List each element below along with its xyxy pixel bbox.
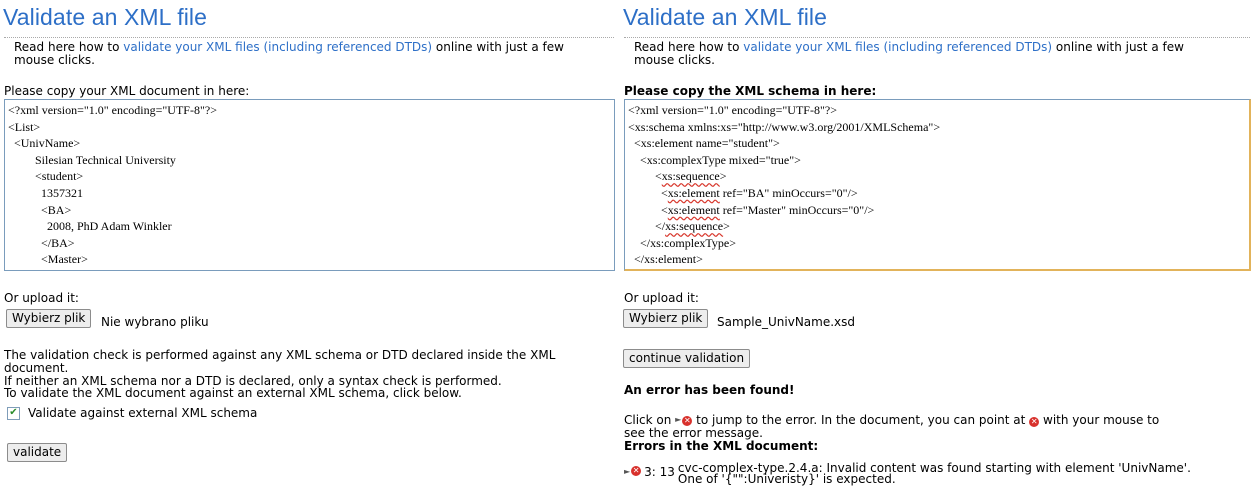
error-message: cvc-complex-type.2.4.a: Invalid content … — [677, 462, 1191, 486]
instruction-text: to jump to the error. In the document, y… — [692, 413, 1030, 427]
checkmark-icon: ✔ — [9, 407, 18, 418]
external-schema-checkbox-row[interactable]: ✔ Validate against external XML schema — [7, 406, 257, 420]
title-divider — [4, 37, 614, 38]
xml-document-textarea[interactable]: <?xml version="1.0" encoding="UTF-8"?> <L… — [4, 99, 615, 271]
error-x-icon: ✕ — [1029, 417, 1040, 427]
code-line: 1357321 — [8, 185, 83, 200]
code-line: </BA> — [8, 235, 75, 250]
title-divider — [624, 37, 1250, 38]
choose-file-button[interactable]: Wybierz plik — [6, 309, 92, 328]
error-x-icon: ✕ — [631, 466, 642, 476]
code-line: <List> — [8, 119, 41, 134]
code-line: <UnivName> — [8, 136, 81, 151]
xml-schema-textarea[interactable]: <?xml version="1.0" encoding="UTF-8"?> <x… — [624, 99, 1251, 271]
code-line: </xs:sequence> — [628, 219, 730, 234]
intro-prefix: Read here how to — [14, 40, 124, 54]
intro-prefix: Read here how to — [634, 40, 744, 54]
intro-text: Read here how to validate your XML files… — [14, 41, 564, 67]
validation-note: The validation check is performed agains… — [4, 349, 555, 400]
code-line: Silesian Technical University — [8, 152, 176, 167]
code-line: </xs:complexType> — [628, 235, 737, 250]
jump-arrow-icon: ► — [624, 466, 631, 476]
xml-schema-label: Please copy the XML schema in here: — [624, 84, 877, 98]
validate-button[interactable]: validate — [7, 443, 68, 462]
file-name-text: Sample_UnivName.xsd — [717, 315, 856, 329]
note-line: To validate the XML document against an … — [4, 386, 462, 401]
code-line: <xs:element ref="BA" minOccurs="0"/> — [628, 185, 858, 200]
external-schema-checkbox-label: Validate against external XML schema — [28, 406, 258, 420]
code-line: <xs:element name="student"> — [628, 136, 780, 151]
choose-file-button[interactable]: Wybierz plik — [623, 309, 709, 328]
error-found-heading: An error has been found! — [624, 383, 795, 397]
code-line: <?xml version="1.0" encoding="UTF-8"?> — [628, 103, 837, 117]
xml-document-label: Please copy your XML document in here: — [4, 84, 250, 98]
instruction-text: with your mouse to — [1039, 413, 1160, 427]
intro-suffix-line2: mouse clicks. — [634, 53, 715, 67]
upload-label: Or upload it: — [4, 291, 79, 305]
file-name-text: Nie wybrano pliku — [101, 315, 209, 329]
note-line: The validation check is performed agains… — [4, 348, 556, 362]
page-title: Validate an XML file — [3, 4, 208, 30]
jump-arrow-icon: ► — [675, 415, 682, 425]
intro-link[interactable]: validate your XML files (including refer… — [743, 40, 1052, 54]
note-line: document. — [4, 360, 69, 375]
instruction-text: Click on — [624, 413, 676, 427]
errors-heading: Errors in the XML document: — [624, 438, 819, 453]
page-title: Validate an XML file — [623, 4, 828, 30]
continue-validation-button[interactable]: continue validation — [623, 349, 751, 368]
error-position: 3: 13 — [644, 465, 675, 479]
code-line: 2008, PhD Adam Winkler — [8, 219, 172, 234]
external-schema-checkbox[interactable]: ✔ — [7, 406, 20, 420]
code-line: <Master> — [8, 252, 88, 267]
code-line: <xs:complexType mixed="true"> — [628, 152, 801, 167]
error-x-icon: ✕ — [682, 415, 693, 426]
intro-suffix: online with just a few — [1052, 40, 1184, 54]
instruction-line: see the error message. — [624, 426, 763, 440]
code-line: <?xml version="1.0" encoding="UTF-8"?> — [8, 103, 217, 117]
code-line: <xs:schema xmlns:xs="http://www.w3.org/2… — [628, 119, 941, 134]
upload-label: Or upload it: — [624, 291, 699, 305]
code-line: <student> — [8, 169, 84, 184]
jump-to-error-link[interactable]: ► ✕ — [624, 466, 642, 476]
error-message-line: One of '{"":Univeristy}' is expected. — [677, 472, 896, 486]
code-line: </xs:element> — [628, 252, 703, 267]
code-line: <xs:sequence> — [628, 169, 727, 184]
code-line: <xs:element ref="Master" minOccurs="0"/> — [628, 202, 875, 217]
intro-suffix: online with just a few — [432, 40, 564, 54]
intro-text: Read here how to validate your XML files… — [634, 41, 1184, 67]
code-line: <BA> — [8, 202, 72, 217]
error-instructions: Click on ► ✕ to jump to the error. In the… — [624, 414, 1251, 452]
error-entry: ► ✕ 3: 13 cvc-complex-type.2.4.a: Invalid… — [624, 462, 1191, 486]
intro-suffix-line2: mouse clicks. — [14, 53, 95, 67]
jump-to-error-icon: ► ✕ — [675, 414, 693, 427]
intro-link[interactable]: validate your XML files (including refer… — [123, 40, 432, 54]
